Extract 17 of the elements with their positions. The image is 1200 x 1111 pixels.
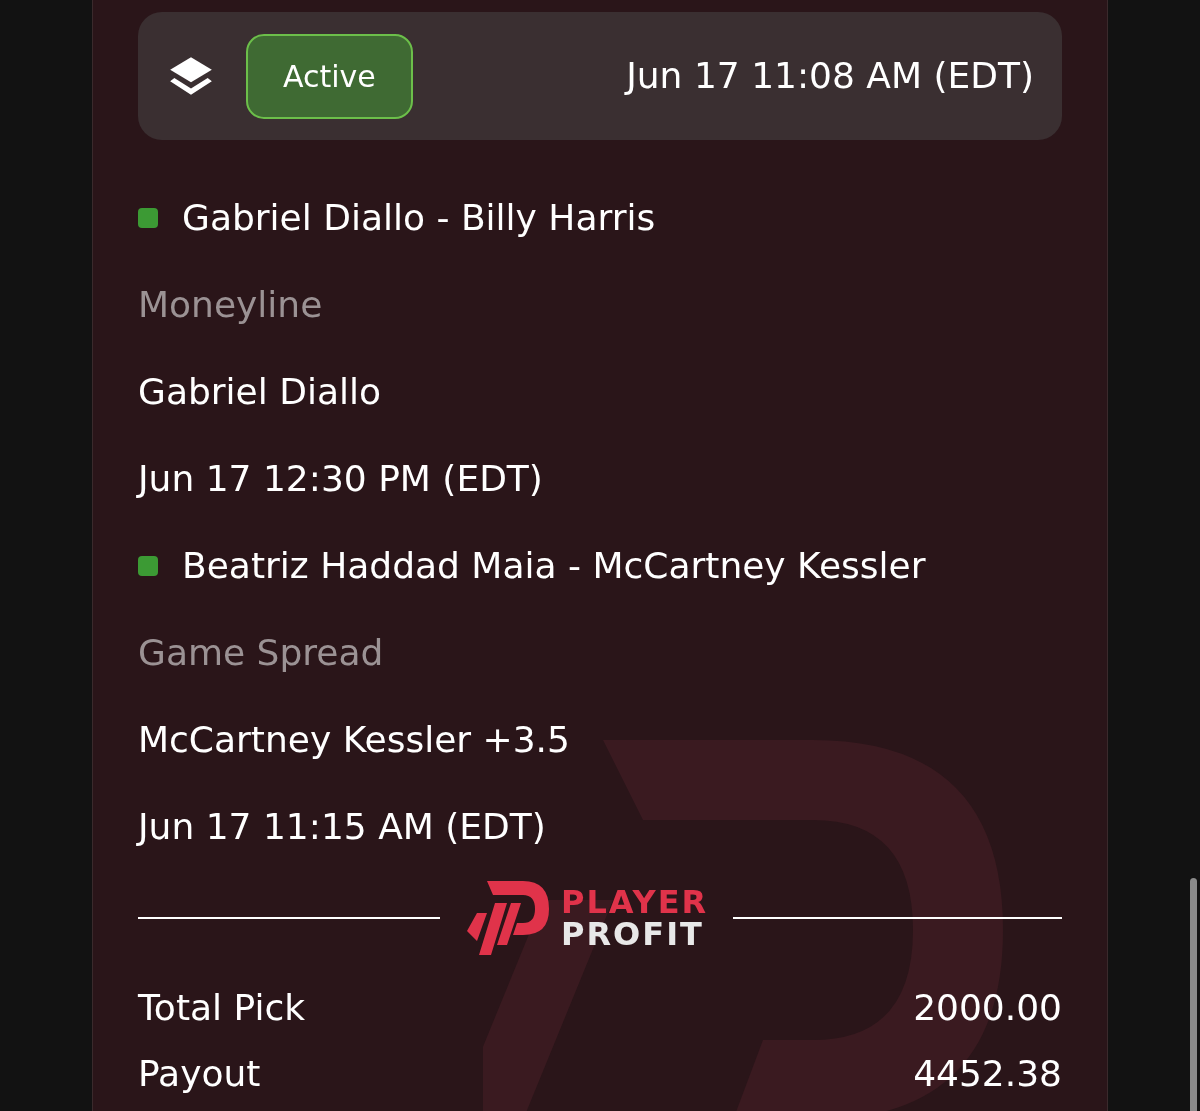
selection-text: McCartney Kessler +3.5 xyxy=(138,717,570,762)
total-value: 2000.00 xyxy=(913,986,1062,1030)
logo-text: PLAYER xyxy=(561,886,709,918)
market-label: Moneyline xyxy=(138,282,323,327)
market-label: Game Spread xyxy=(138,630,384,675)
logo-text: PROFIT xyxy=(561,918,705,950)
placed-time: Jun 17 11:08 AM (EDT) xyxy=(626,54,1034,98)
scrollbar-thumb[interactable] xyxy=(1190,878,1197,1111)
selection-text: Gabriel Diallo xyxy=(138,369,382,414)
start-time: Jun 17 11:15 AM (EDT) xyxy=(138,804,546,849)
match-name: Beatriz Haddad Maia - McCartney Kessler xyxy=(182,543,926,588)
total-value: 4452.38 xyxy=(913,1052,1062,1096)
total-label: Total Pick xyxy=(138,986,306,1030)
match-name: Gabriel Diallo - Billy Harris xyxy=(182,195,656,240)
total-label: Payout xyxy=(138,1052,261,1096)
start-time: Jun 17 12:30 PM (EDT) xyxy=(138,456,543,501)
status-badge: Active xyxy=(246,33,413,119)
